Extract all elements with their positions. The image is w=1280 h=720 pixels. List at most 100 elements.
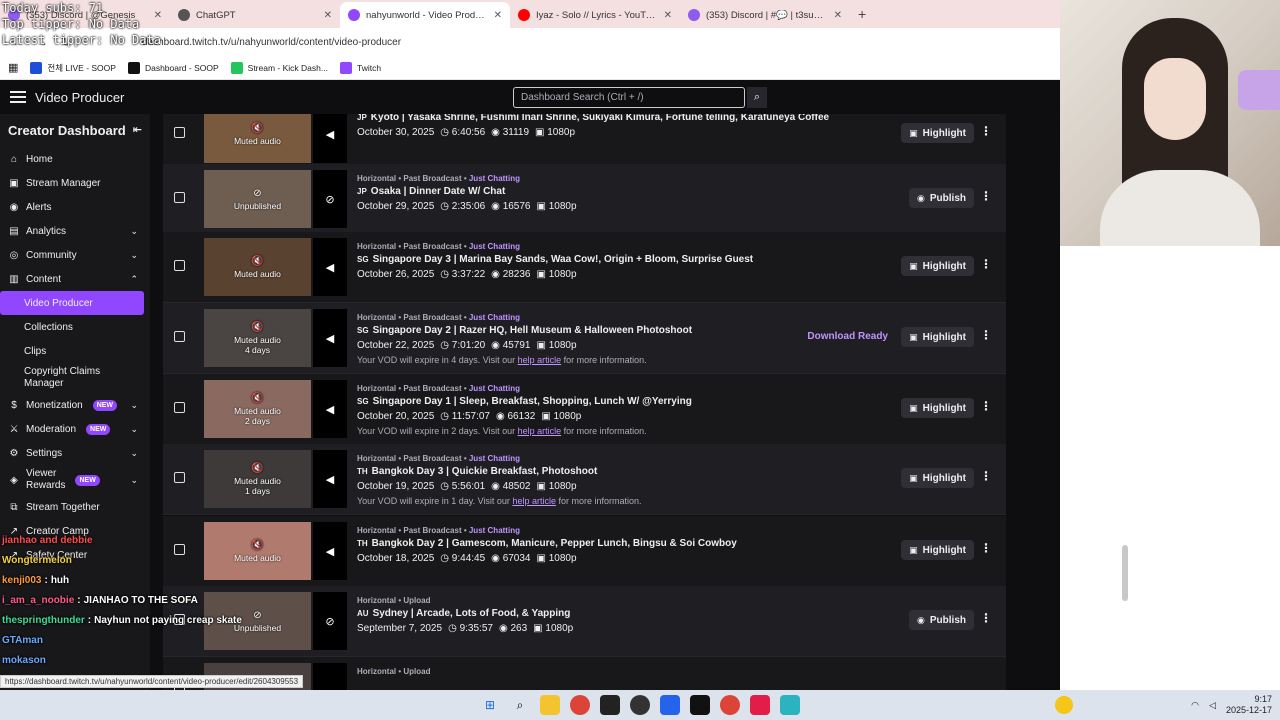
video-title[interactable]: SG Singapore Day 1 | Sleep, Breakfast, Sh… — [357, 396, 692, 407]
category-link[interactable]: Just Chatting — [469, 526, 520, 535]
select-checkbox[interactable] — [174, 472, 185, 483]
select-checkbox[interactable] — [174, 260, 185, 271]
video-thumbnail[interactable]: 🔇 Muted audio 4 days — [204, 309, 311, 367]
tab-youtube[interactable]: Iyaz - Solo // Lyrics - YouTube ✕ — [510, 2, 680, 28]
vod-expiry-notice: Your VOD will expire in 2 days. Visit ou… — [357, 426, 647, 436]
sidebar-item-monetization[interactable]: $ Monetization NEW ⌄ — [0, 393, 150, 417]
clock[interactable]: 9:17 2025-12-17 — [1226, 694, 1272, 716]
collapse-icon[interactable]: ⇤ — [133, 123, 142, 138]
sidebar-item-label: Stream Manager — [26, 177, 101, 189]
chrome-icon[interactable] — [720, 695, 740, 715]
bookmark-twitch[interactable]: Twitch — [339, 61, 381, 74]
more-options-icon[interactable]: ⋮ — [980, 611, 992, 625]
search-icon[interactable]: ⌕ — [747, 87, 767, 108]
video-thumbnail[interactable]: 🔇 Muted audio — [204, 238, 311, 296]
video-title[interactable]: AU Sydney | Arcade, Lots of Food, & Yappi… — [357, 608, 573, 619]
video-thumbnail[interactable]: 🔇 Muted audio 1 days — [204, 450, 311, 508]
github-icon[interactable] — [630, 695, 650, 715]
apps-icon[interactable]: ▦ — [8, 61, 18, 74]
obs-icon[interactable] — [600, 695, 620, 715]
more-options-icon[interactable]: ⋮ — [980, 189, 992, 203]
video-title[interactable]: SG Singapore Day 2 | Razer HQ, Hell Museu… — [357, 325, 692, 336]
sidebar-item-home[interactable]: ⌂ Home — [0, 147, 150, 171]
chrome-icon[interactable] — [570, 695, 590, 715]
sidebar-item-clips[interactable]: Clips — [0, 339, 150, 363]
help-article-link[interactable]: help article — [518, 426, 562, 436]
category-link[interactable]: Just Chatting — [469, 454, 520, 463]
tab-video-producer[interactable]: nahyunworld - Video Producer ✕ — [340, 2, 510, 28]
dashboard-search-input[interactable]: Dashboard Search (Ctrl + /) — [513, 87, 745, 108]
category-link[interactable]: Just Chatting — [469, 174, 520, 183]
bookmark-soop-dashboard[interactable]: Dashboard - SOOP — [127, 61, 219, 74]
sidebar-item-viewer[interactable]: ◈ Viewer Rewards NEW ⌄ — [0, 465, 150, 495]
video-title[interactable]: TH Bangkok Day 2 | Gamescom, Manicure, Pe… — [357, 538, 737, 549]
sidebar-item-alerts[interactable]: ◉ Alerts — [0, 195, 150, 219]
video-title[interactable]: TH Bangkok Day 3 | Quickie Breakfast, Pho… — [357, 466, 642, 477]
more-options-icon[interactable]: ⋮ — [980, 328, 992, 342]
select-checkbox[interactable] — [174, 192, 185, 203]
highlight-button[interactable]: ▣ Highlight — [901, 327, 974, 347]
more-options-icon[interactable]: ⋮ — [980, 399, 992, 413]
close-icon[interactable]: ✕ — [494, 10, 502, 21]
more-options-icon[interactable]: ⋮ — [980, 469, 992, 483]
app-icon[interactable] — [750, 695, 770, 715]
bookmark-soop-live[interactable]: 전체 LIVE - SOOP — [30, 61, 116, 74]
bookmark-kick[interactable]: Stream - Kick Dash... — [230, 61, 328, 74]
close-icon[interactable]: ✕ — [324, 10, 332, 21]
sidebar-item-analytics[interactable]: ▤ Analytics ⌄ — [0, 219, 150, 243]
more-options-icon[interactable]: ⋮ — [980, 257, 992, 271]
sidebar-item-stream-together[interactable]: ⧉ Stream Together — [0, 495, 150, 519]
highlight-button[interactable]: ▣ Highlight — [901, 468, 974, 488]
tab-discord-t3subs[interactable]: (353) Discord | #💬 | t3subs-c ✕ — [680, 2, 850, 28]
more-options-icon[interactable]: ⋮ — [980, 124, 992, 138]
video-thumbnail[interactable]: 🔇 Muted audio 2 days — [204, 380, 311, 438]
sidebar-item-video-producer[interactable]: Video Producer — [0, 291, 144, 315]
video-title[interactable]: SG Singapore Day 3 | Marina Bay Sands, Wa… — [357, 254, 753, 265]
select-checkbox[interactable] — [174, 402, 185, 413]
highlight-button[interactable]: ▣ Highlight — [901, 123, 974, 143]
video-title[interactable]: JP Kyoto | Yasaka Shrine, Fushimi Inari S… — [357, 114, 829, 123]
more-options-icon[interactable]: ⋮ — [980, 541, 992, 555]
volume-icon[interactable]: ◁ — [1209, 700, 1216, 711]
download-ready-link[interactable]: Download Ready — [807, 331, 888, 342]
sidebar-item-moderation[interactable]: ⚔ Moderation NEW ⌄ — [0, 417, 150, 441]
sidebar-item-collections[interactable]: Collections — [0, 315, 150, 339]
sidebar-item-settings[interactable]: ⚙ Settings ⌄ — [0, 441, 150, 465]
close-icon[interactable]: ✕ — [664, 10, 672, 21]
flag: SG — [357, 326, 369, 335]
close-icon[interactable]: ✕ — [834, 10, 842, 21]
sidebar-item-stream-manager[interactable]: ▣ Stream Manager — [0, 171, 150, 195]
video-title[interactable]: JP Osaka | Dinner Date W/ Chat — [357, 186, 577, 197]
notepad-icon[interactable] — [780, 695, 800, 715]
monetization-icon: $ — [11, 399, 17, 411]
highlight-button[interactable]: ▣ Highlight — [901, 398, 974, 418]
help-article-link[interactable]: help article — [512, 496, 556, 506]
app-icon[interactable] — [690, 695, 710, 715]
new-tab-button[interactable]: + — [850, 6, 874, 28]
tab-chatgpt[interactable]: ChatGPT ✕ — [170, 2, 340, 28]
publish-button[interactable]: ◉ Publish — [909, 610, 974, 630]
file-explorer-icon[interactable] — [540, 695, 560, 715]
help-article-link[interactable]: help article — [518, 355, 562, 365]
sidebar-item-copyright-claims[interactable]: Copyright Claims Manager — [0, 363, 150, 393]
category-link[interactable]: Just Chatting — [469, 242, 520, 251]
select-checkbox[interactable] — [174, 127, 185, 138]
windows-start-icon[interactable]: ⊞ — [480, 695, 500, 715]
search-icon[interactable]: ⌕ — [510, 695, 530, 715]
highlight-button[interactable]: ▣ Highlight — [901, 540, 974, 560]
video-thumbnail[interactable]: ⊘ Unpublished — [204, 170, 311, 228]
select-checkbox[interactable] — [174, 331, 185, 342]
url-input[interactable]: dashboard.twitch.tv/u/nahyunworld/conten… — [142, 37, 401, 48]
scrollbar[interactable] — [1122, 545, 1128, 601]
publish-button[interactable]: ◉ Publish — [909, 188, 974, 208]
category-link[interactable]: Just Chatting — [469, 384, 520, 393]
thumbnail-status: Muted audio — [234, 475, 281, 486]
app-icon[interactable] — [660, 695, 680, 715]
sidebar-item-community[interactable]: ◎ Community ⌄ — [0, 243, 150, 267]
video-thumbnail[interactable]: 🔇 Muted audio — [204, 114, 311, 163]
category-link[interactable]: Just Chatting — [469, 313, 520, 322]
wifi-icon[interactable]: ◠ — [1191, 700, 1199, 711]
menu-icon[interactable] — [10, 91, 26, 103]
sidebar-item-content[interactable]: ▥ Content ⌃ — [0, 267, 150, 291]
highlight-button[interactable]: ▣ Highlight — [901, 256, 974, 276]
